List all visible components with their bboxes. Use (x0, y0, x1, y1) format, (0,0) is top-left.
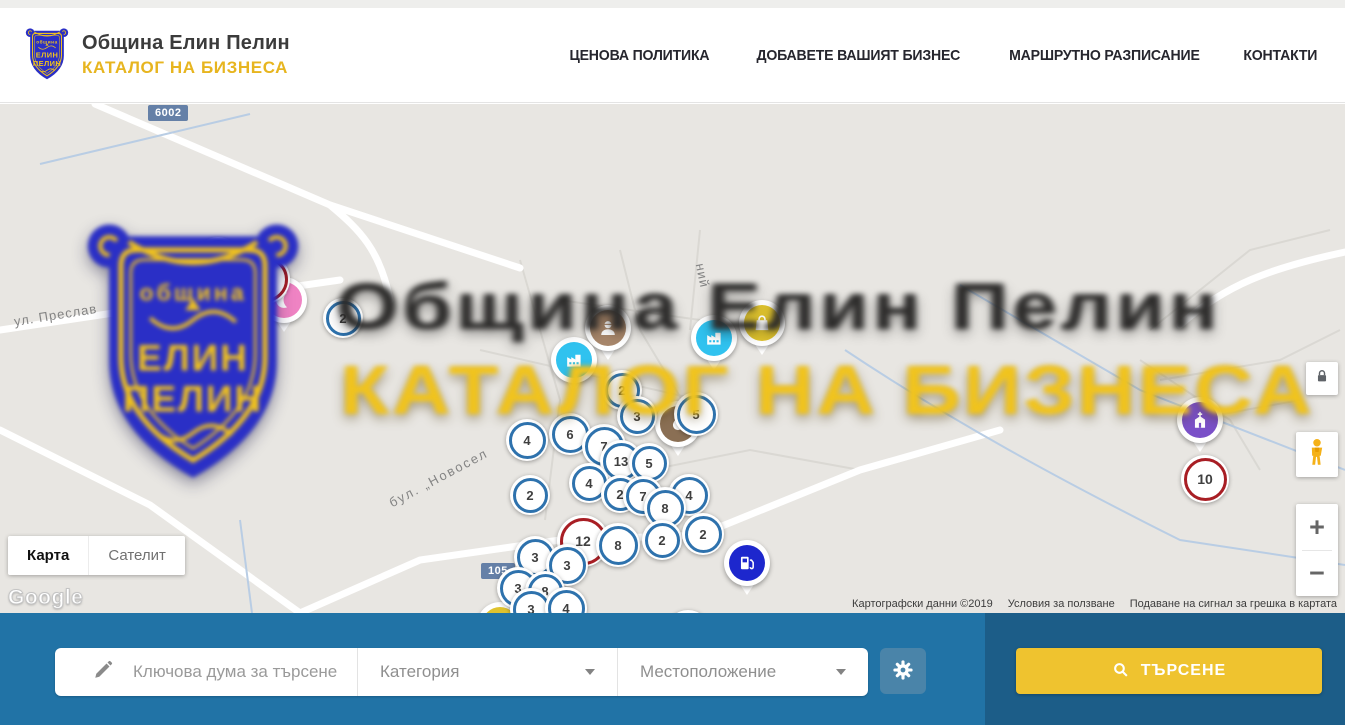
category-select[interactable]: Категория (357, 648, 617, 696)
chevron-down-icon (836, 669, 846, 675)
cluster-marker[interactable]: 2 (170, 265, 210, 305)
cluster-count: 2 (173, 268, 208, 303)
cluster-count: 4 (509, 422, 546, 459)
page: община ЕЛИН ПЕЛИН Община Елин Пелин КАТА… (0, 0, 1345, 725)
cluster-count: 12 (243, 257, 288, 302)
pegman-icon (1306, 437, 1328, 472)
cluster-marker[interactable]: 2 (642, 520, 682, 560)
nav-item-1[interactable]: ДОБАВЕТЕ ВАШИЯТ БИЗНЕС (756, 47, 960, 64)
main-nav: ЦЕНОВА ПОЛИТИКА ДОБАВЕТЕ ВАШИЯТ БИЗНЕС МАР… (565, 47, 1320, 64)
search-bar: ТЪРСЕНЕ Категория Местоположение (0, 613, 1345, 725)
top-strip (0, 0, 1345, 8)
location-select-value: Местоположение (640, 662, 776, 682)
municipality-logo-icon: община ЕЛИН ПЕЛИН (25, 26, 69, 84)
cluster-marker[interactable]: 5 (674, 392, 718, 436)
nav-item-0[interactable]: ЦЕНОВА ПОЛИТИКА (570, 47, 710, 64)
cluster-marker[interactable]: 4 (506, 419, 548, 461)
bag-icon (744, 305, 780, 341)
search-icon (1112, 661, 1130, 682)
cluster-marker[interactable]: 10 (1181, 455, 1229, 503)
cluster-count: 10 (1184, 458, 1227, 501)
map-canvas[interactable]: ул. Преславбул. „Новоселний 6002105 3251… (0, 104, 1345, 613)
zoom-out-button[interactable]: − (1296, 551, 1338, 596)
cluster-count: 5 (677, 395, 716, 434)
cluster-marker[interactable]: 2 (323, 298, 363, 338)
cluster-count: 2 (326, 301, 361, 336)
search-button[interactable]: ТЪРСЕНЕ (1016, 648, 1322, 694)
google-logo[interactable]: Google (8, 586, 83, 610)
gear-icon (891, 658, 915, 685)
map-data-text: Картографски данни ©2019 (852, 598, 993, 610)
svg-text:ЕЛИН: ЕЛИН (36, 51, 58, 60)
map-attribution: Картографски данни ©2019 Условия за полз… (852, 598, 1337, 610)
search-fields: Категория Местоположение (55, 648, 868, 696)
factory-icon (696, 320, 732, 356)
cluster-count: 8 (599, 526, 638, 565)
nav-item-2[interactable]: МАРШРУТНО РАЗПИСАНИЕ (1009, 47, 1200, 64)
satellite-view-button[interactable]: Сателит (88, 536, 185, 575)
pin-factory[interactable] (691, 315, 737, 375)
map-type-toggle: Карта Сателит (8, 536, 185, 575)
site-header: община ЕЛИН ПЕЛИН Община Елин Пелин КАТА… (0, 0, 1345, 103)
pin-bag[interactable] (739, 300, 785, 360)
zoom-in-button[interactable]: + (1296, 505, 1338, 550)
lock-button[interactable] (1306, 362, 1338, 395)
search-button-label: ТЪРСЕНЕ (1141, 662, 1226, 680)
lock-icon (1313, 367, 1331, 390)
category-select-value: Категория (380, 662, 459, 682)
cluster-marker[interactable]: 2 (682, 513, 724, 555)
church-icon (1182, 402, 1218, 438)
brand-link[interactable]: община ЕЛИН ПЕЛИН Община Елин Пелин КАТА… (25, 26, 290, 84)
location-select[interactable]: Местоположение (617, 648, 868, 696)
cluster-count: 4 (548, 590, 585, 614)
fuel-icon (729, 545, 765, 581)
cluster-count: 3 (513, 591, 550, 614)
street-view-pegman[interactable] (1296, 432, 1338, 477)
cluster-count: 5 (632, 446, 667, 481)
cluster-count: 3 (620, 399, 655, 434)
keyword-input[interactable] (131, 661, 355, 683)
cluster-count: 2 (685, 516, 722, 553)
zoom-control: + − (1296, 504, 1338, 596)
pin-fuel[interactable] (724, 540, 770, 600)
factory-icon (556, 342, 592, 378)
pencil-icon (92, 659, 114, 686)
site-subtitle: КАТАЛОГ НА БИЗНЕСА (82, 58, 290, 78)
cluster-marker[interactable]: 3 (617, 396, 657, 436)
cluster-marker[interactable]: 2 (510, 475, 550, 515)
road-badge-6002: 6002 (148, 105, 188, 121)
cluster-marker[interactable]: 12 (240, 254, 290, 304)
chevron-down-icon (585, 669, 595, 675)
advanced-search-button[interactable] (880, 648, 926, 694)
keyword-field (55, 648, 357, 696)
terms-link[interactable]: Условия за ползване (1008, 598, 1115, 610)
site-title: Община Елин Пелин (82, 32, 290, 55)
pin-factory[interactable] (551, 337, 597, 397)
nav-item-3[interactable]: КОНТАКТИ (1244, 47, 1318, 64)
svg-text:ПЕЛИН: ПЕЛИН (33, 59, 61, 68)
pin-church[interactable] (1177, 397, 1223, 457)
cluster-marker[interactable]: 8 (596, 523, 640, 567)
report-error-link[interactable]: Подаване на сигнал за грешка в картата (1130, 598, 1337, 610)
cluster-count: 2 (645, 523, 680, 558)
cluster-count: 2 (513, 478, 548, 513)
map-view-button[interactable]: Карта (8, 536, 88, 575)
search-submit-panel: ТЪРСЕНЕ (985, 613, 1345, 725)
